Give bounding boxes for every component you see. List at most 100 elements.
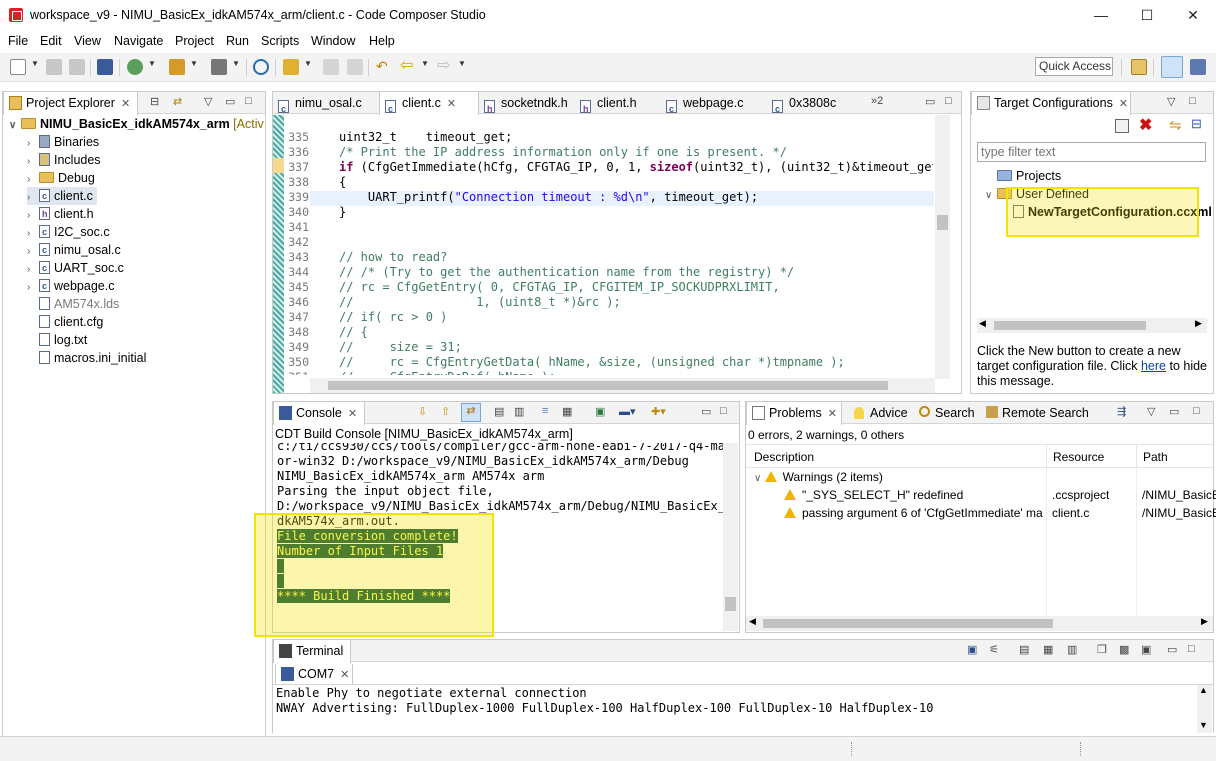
chevron-down-icon[interactable]: ∨ [9, 117, 21, 135]
scroll-thumb[interactable] [725, 597, 736, 611]
tree-projects[interactable]: Projects [997, 167, 1061, 185]
maximize-view-icon[interactable]: □ [1188, 643, 1195, 655]
minimize-view-icon[interactable]: ▭ [1169, 405, 1179, 418]
minimize-view-icon[interactable]: ▭ [1167, 643, 1177, 656]
view-menu-icon[interactable]: ▽ [1147, 405, 1155, 418]
scroll-left-icon[interactable]: ◀ [749, 616, 756, 627]
tree-item-i2c-soc-c[interactable]: ›I2C_soc.c [27, 223, 110, 241]
terminal-icon[interactable] [97, 59, 113, 75]
new-console-icon[interactable]: ✚▾ [651, 405, 666, 418]
code-area[interactable]: 334335uint32_t timeout_get;336/* Print t… [273, 130, 933, 375]
maximize-button[interactable]: ☐ [1124, 0, 1170, 31]
chevron-down-icon[interactable]: ▼ [148, 59, 156, 68]
show-console-icon[interactable]: ▤ [494, 405, 504, 418]
quick-access-input[interactable]: Quick Access [1035, 57, 1113, 76]
new-target-config-icon[interactable] [1115, 119, 1129, 133]
link-editor-icon[interactable]: ⇄ [173, 95, 182, 108]
menu-project[interactable]: Project [175, 34, 214, 48]
collapse-all-icon[interactable]: ⊟ [1191, 116, 1202, 132]
maximize-view-icon[interactable]: □ [1193, 405, 1200, 417]
code-line[interactable]: if (CfgGetImmediate(hCfg, CFGTAG_IP, 0, … [339, 160, 933, 175]
scroll-up-icon[interactable]: ▲ [1199, 685, 1208, 695]
tree-item-log-txt[interactable]: log.txt [27, 331, 87, 349]
minimize-button[interactable]: — [1078, 0, 1124, 31]
save-icon[interactable] [46, 59, 62, 75]
chevron-down-icon[interactable]: ∨ [985, 187, 997, 205]
tree-item-binaries[interactable]: › Binaries [27, 133, 99, 151]
maximize-view-icon[interactable]: □ [245, 95, 252, 107]
word-wrap-icon[interactable]: ≡ [542, 405, 548, 417]
minimize-view-icon[interactable]: ▭ [925, 95, 935, 108]
tree-item-nimu-osal-c[interactable]: ›nimu_osal.c [27, 241, 121, 259]
annotation-icon[interactable] [323, 59, 339, 75]
clear-console-icon[interactable]: ▦ [562, 405, 572, 418]
code-line[interactable]: uint32_t timeout_get; [339, 130, 512, 145]
table-row[interactable]: "_SYS_SELECT_H" redefined [784, 488, 963, 502]
column-path[interactable]: Path [1143, 450, 1168, 464]
scroll-up-icon[interactable]: ⇧ [441, 405, 450, 418]
pen-icon[interactable] [283, 59, 299, 75]
chevron-down-icon[interactable]: ▼ [31, 59, 39, 68]
disconnect-icon[interactable]: ⚟ [989, 643, 999, 656]
forward-arrow-icon[interactable]: ⇨ [437, 58, 453, 75]
terminal-vertical-scrollbar[interactable]: ▲ ▼ [1197, 685, 1212, 733]
tree-item-includes[interactable]: › Includes [27, 151, 101, 169]
save-all-icon[interactable] [69, 59, 85, 75]
code-line[interactable]: // CfgEntryDeRef( hName ); [339, 370, 556, 375]
tree-project-root[interactable]: ∨ NIMU_BasicEx_idkAM574x_arm [Activ [9, 115, 264, 133]
menu-file[interactable]: File [8, 34, 28, 48]
menu-scripts[interactable]: Scripts [261, 34, 299, 48]
clear-terminal-icon[interactable]: ▦ [1043, 643, 1053, 656]
editor-tab-0x3808c[interactable]: 0x3808c [767, 92, 867, 120]
tab-com7[interactable]: COM7 ✕ [275, 664, 353, 684]
menu-edit[interactable]: Edit [40, 34, 62, 48]
table-row[interactable]: passing argument 6 of 'CfgGetImmediate' … [784, 506, 1043, 520]
paste-icon[interactable]: ▩ [1119, 643, 1129, 656]
column-description[interactable]: Description [754, 450, 814, 464]
code-line[interactable]: // how to read? [339, 250, 447, 265]
connect-icon[interactable]: ▣ [967, 643, 977, 656]
scroll-right-icon[interactable]: ▶ [1201, 616, 1208, 627]
tree-item-debug[interactable]: › Debug [27, 169, 95, 187]
menu-window[interactable]: Window [311, 34, 355, 48]
code-line[interactable]: // /* (Try to get the authentication nam… [339, 265, 794, 280]
problems-horizontal-scrollbar[interactable]: ◀ ▶ [746, 616, 1213, 631]
code-line[interactable]: // rc = CfgGetEntry( 0, CFGTAG_IP, CFGIT… [339, 280, 780, 295]
tab-overflow-button[interactable]: »2 [871, 95, 883, 107]
target-horizontal-scrollbar[interactable]: ◀ ▶ [977, 318, 1207, 333]
tab-problems[interactable]: Problems ✕ [746, 402, 842, 425]
debug-icon[interactable] [127, 59, 143, 75]
document-icon[interactable] [347, 59, 363, 75]
tree-item-client-cfg[interactable]: client.cfg [27, 313, 103, 331]
warnings-group[interactable]: ∨ Warnings (2 items) [754, 470, 883, 484]
chevron-down-icon[interactable]: ▼ [458, 59, 466, 68]
console-vertical-scrollbar[interactable] [723, 443, 738, 631]
chevron-down-icon[interactable]: ▼ [421, 59, 429, 68]
tab-advice[interactable]: Advice [848, 402, 908, 424]
code-line[interactable]: // size = 31; [339, 340, 462, 355]
scroll-down-icon[interactable]: ⇩ [418, 405, 427, 418]
code-line[interactable]: /* Print the IP address information only… [339, 145, 787, 160]
chevron-down-icon[interactable]: ∨ [754, 473, 761, 484]
code-line[interactable]: } [339, 205, 346, 220]
menu-view[interactable]: View [74, 34, 101, 48]
minimize-view-icon[interactable]: ▭ [225, 95, 235, 108]
code-line[interactable]: { [339, 175, 346, 190]
menu-navigate[interactable]: Navigate [114, 34, 163, 48]
copy-icon[interactable]: ❐ [1097, 643, 1107, 656]
scroll-thumb[interactable] [763, 619, 1053, 628]
open-perspective-icon[interactable] [1131, 59, 1147, 75]
tab-remote-search[interactable]: Remote Search [980, 402, 1089, 424]
code-line[interactable]: // { [339, 325, 368, 340]
tree-item-uart-soc-c[interactable]: ›UART_soc.c [27, 259, 124, 277]
new-terminal-icon[interactable]: ▣ [1141, 643, 1151, 656]
flash-icon[interactable] [169, 59, 185, 75]
code-line[interactable]: // rc = CfgEntryGetData( hName, &size, (… [339, 355, 845, 370]
editor-tab-webpage-c[interactable]: webpage.c [661, 92, 767, 120]
pin-console-icon[interactable]: ▣ [595, 405, 605, 418]
close-icon[interactable]: ✕ [121, 98, 130, 110]
last-edit-icon[interactable]: ↶ [376, 59, 392, 75]
minimize-view-icon[interactable]: ▭ [701, 405, 711, 418]
copy-icon[interactable]: ▥ [514, 405, 524, 418]
tree-item-macros-ini-initial[interactable]: macros.ini_initial [27, 349, 146, 367]
